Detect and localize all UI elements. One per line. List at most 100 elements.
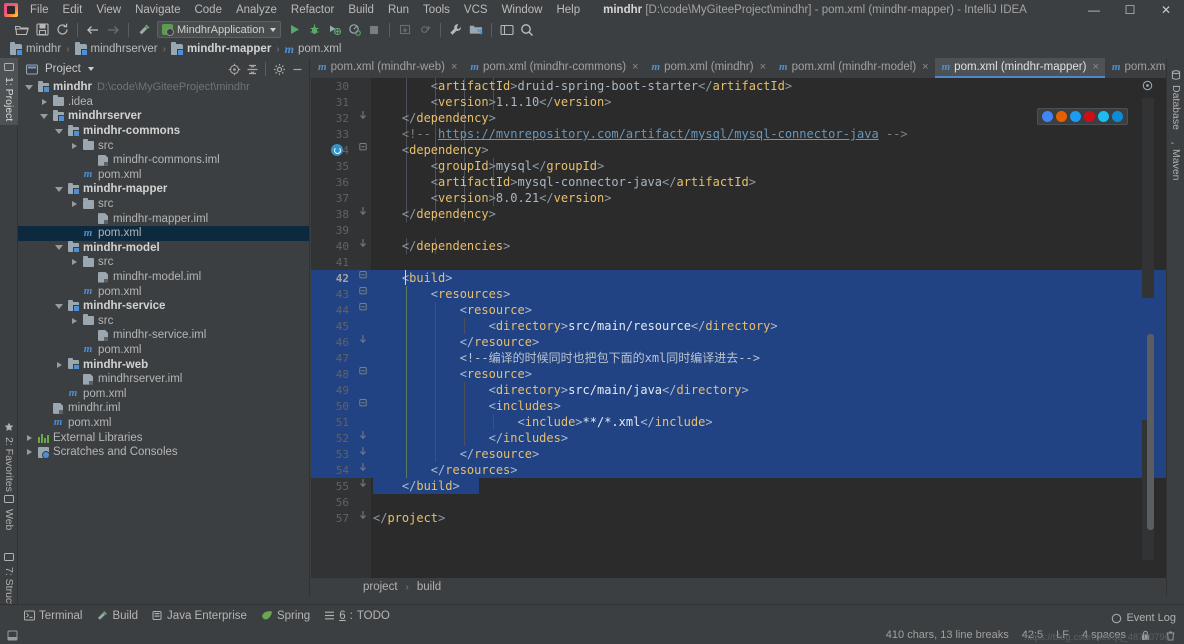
- editor-breadcrumbs[interactable]: project › build: [311, 578, 1166, 596]
- code-line-40[interactable]: 40 </dependencies>: [311, 238, 1166, 254]
- tree-node-mindhr-commons-iml[interactable]: mindhr-commons.iml: [18, 153, 309, 168]
- code-line-39[interactable]: 39: [311, 222, 1166, 238]
- tree-toggle-down[interactable]: [52, 186, 66, 192]
- tree-toggle-down[interactable]: [52, 128, 66, 134]
- fold-end-marker[interactable]: [357, 110, 369, 126]
- tree-node-mindhrserver-iml[interactable]: mindhrserver.iml: [18, 372, 309, 387]
- tree-toggle-right[interactable]: [22, 434, 36, 441]
- code-line-36[interactable]: 36 <artifactId>mysql-connector-java</art…: [311, 174, 1166, 190]
- code-line-55[interactable]: 55 </build>: [311, 478, 1166, 494]
- tree-node-pom-xml[interactable]: m pom.xml: [18, 343, 309, 358]
- menu-item-analyze[interactable]: Analyze: [229, 2, 284, 18]
- menu-item-edit[interactable]: Edit: [56, 2, 90, 18]
- firefox-icon[interactable]: [1056, 111, 1067, 122]
- close-tab-icon[interactable]: ×: [632, 61, 638, 73]
- tree-toggle-right[interactable]: [67, 317, 81, 324]
- fold-end-marker[interactable]: [357, 430, 369, 446]
- tree-toggle-down[interactable]: [22, 84, 36, 90]
- bottom-tool-java-enterprise[interactable]: Java Enterprise: [152, 610, 247, 622]
- tree-node-pom-xml[interactable]: m pom.xml: [18, 416, 309, 431]
- code-line-37[interactable]: 37 <version>8.0.21</version>: [311, 190, 1166, 206]
- close-tab-icon[interactable]: ×: [1092, 61, 1098, 73]
- code-line-46[interactable]: 46 </resource>: [311, 334, 1166, 350]
- tree-toggle-right[interactable]: [67, 259, 81, 266]
- right-tool-tab-database[interactable]: Database: [1167, 66, 1184, 134]
- fold-collapse-marker[interactable]: [357, 286, 369, 302]
- breadcrumb-pom-xml[interactable]: m pom.xml: [281, 43, 346, 55]
- menu-item-file[interactable]: File: [23, 2, 56, 18]
- tree-node-mindhr-service[interactable]: mindhr-service: [18, 299, 309, 314]
- right-tool-tab-maven[interactable]: m Maven: [1167, 130, 1184, 185]
- locate-target-icon[interactable]: [226, 61, 242, 77]
- tree-node-mindhr-service-iml[interactable]: mindhr-service.iml: [18, 328, 309, 343]
- tree-node-scratches-and-consoles[interactable]: Scratches and Consoles: [18, 445, 309, 460]
- tree-node-mindhr-web[interactable]: mindhr-web: [18, 357, 309, 372]
- fold-end-marker[interactable]: [357, 334, 369, 350]
- error-stripe-marker-column[interactable]: [1142, 98, 1154, 560]
- close-button[interactable]: ✕: [1148, 0, 1184, 19]
- close-tab-icon[interactable]: ×: [922, 61, 928, 73]
- tree-toggle-right[interactable]: [67, 201, 81, 208]
- fold-end-marker[interactable]: [357, 446, 369, 462]
- code-line-35[interactable]: 35 <groupId>mysql</groupId>: [311, 158, 1166, 174]
- tree-node-src[interactable]: src: [18, 138, 309, 153]
- tree-node-external-libraries[interactable]: External Libraries: [18, 430, 309, 445]
- tree-toggle-down[interactable]: [37, 113, 51, 119]
- tree-node-mindhrserver[interactable]: mindhrserver: [18, 109, 309, 124]
- chrome-icon[interactable]: [1042, 111, 1053, 122]
- tree-node-mindhr-mapper-iml[interactable]: mindhr-mapper.iml: [18, 211, 309, 226]
- back-arrow-icon[interactable]: [83, 20, 103, 40]
- fold-end-marker[interactable]: [357, 462, 369, 478]
- menu-bar[interactable]: File Edit View Navigate Code Analyze Refactor B…: [23, 2, 587, 18]
- gear-icon[interactable]: [271, 61, 287, 77]
- sync-refresh-icon[interactable]: [52, 20, 72, 40]
- fold-end-marker[interactable]: [357, 510, 369, 526]
- tree-toggle-right[interactable]: [67, 142, 81, 149]
- breadcrumb-mindhr-mapper[interactable]: mindhr-mapper: [167, 41, 275, 56]
- tree-node-mindhr-mapper[interactable]: mindhr-mapper: [18, 182, 309, 197]
- fold-end-marker[interactable]: [357, 206, 369, 222]
- menu-item-code[interactable]: Code: [187, 2, 229, 18]
- tree-toggle-down[interactable]: [52, 245, 66, 251]
- menu-item-view[interactable]: View: [89, 2, 128, 18]
- project-tree[interactable]: mindhr D:\code\MyGiteeProject\mindhr .idea…: [18, 80, 309, 596]
- toggle-tool-window-icon[interactable]: [497, 20, 517, 40]
- code-line-48[interactable]: 48 <resource>: [311, 366, 1166, 382]
- tree-node-mindhr-model-iml[interactable]: mindhr-model.iml: [18, 270, 309, 285]
- tree-node-src[interactable]: src: [18, 197, 309, 212]
- tree-toggle-right[interactable]: [37, 98, 51, 105]
- project-view-chevron-down-icon[interactable]: [87, 67, 94, 71]
- menu-item-window[interactable]: Window: [495, 2, 550, 18]
- tree-node-mindhr-iml[interactable]: mindhr.iml: [18, 401, 309, 416]
- run-icon[interactable]: [284, 20, 304, 40]
- code-line-53[interactable]: 53 </resource>: [311, 446, 1166, 462]
- close-tab-icon[interactable]: ×: [451, 61, 457, 73]
- build-hammer-icon[interactable]: [134, 20, 154, 40]
- fold-collapse-marker[interactable]: [357, 302, 369, 318]
- code-line-38[interactable]: 38 </dependency>: [311, 206, 1166, 222]
- tree-node-pom-xml[interactable]: m pom.xml: [18, 168, 309, 183]
- code-line-54[interactable]: 54 </resources>: [311, 462, 1166, 478]
- menu-item-refactor[interactable]: Refactor: [284, 2, 341, 18]
- code-lines[interactable]: 30 <artifactId>druid-spring-boot-starter…: [311, 78, 1166, 578]
- event-log-button[interactable]: Event Log: [1110, 612, 1176, 624]
- tree-node-mindhr-model[interactable]: mindhr-model: [18, 241, 309, 256]
- left-tool-tab-web[interactable]: Web: [0, 490, 18, 534]
- editor-breadcrumb-project[interactable]: project: [359, 581, 402, 593]
- editor-tab-pom-xml-mindhr-[interactable]: m pom.xml (mindhr) ×: [645, 58, 772, 78]
- save-all-icon[interactable]: [32, 20, 52, 40]
- code-line-41[interactable]: 41: [311, 254, 1166, 270]
- code-line-33[interactable]: 33 <!-- https://mvnrepository.com/artifa…: [311, 126, 1166, 142]
- tree-toggle-right[interactable]: [52, 361, 66, 368]
- open-folder-icon[interactable]: [12, 20, 32, 40]
- editor-tab-pom-xml-mindhr-web-[interactable]: m pom.xml (mindhr-web) ×: [311, 58, 463, 78]
- settings-wrench-icon[interactable]: [446, 20, 466, 40]
- run-configuration-selector[interactable]: MindhrApplication: [157, 21, 282, 38]
- open-in-browser-popup[interactable]: [1037, 108, 1128, 125]
- code-line-44[interactable]: 44 <resource>: [311, 302, 1166, 318]
- tree-node-pom-xml[interactable]: m pom.xml: [18, 386, 309, 401]
- code-line-43[interactable]: 43 <resources>: [311, 286, 1166, 302]
- code-line-57[interactable]: 57 </project>: [311, 510, 1166, 526]
- code-line-34[interactable]: 34 <dependency>: [311, 142, 1166, 158]
- left-tool-tab-2-favorites[interactable]: 2: Favorites: [0, 418, 18, 496]
